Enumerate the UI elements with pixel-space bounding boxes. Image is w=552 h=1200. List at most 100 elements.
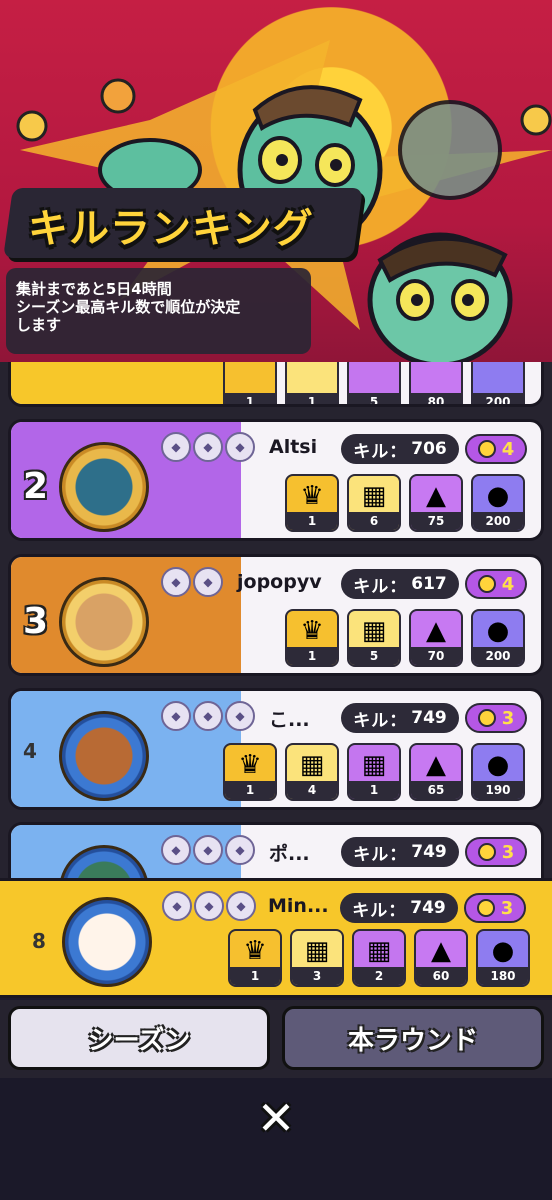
badge-list: ◆ ◆ xyxy=(161,567,223,597)
ranking-row[interactable]: 3 ◆ ◆ jopopyv キル： 617 4 ♛ 1 ▦ 5 ▲ 70 ● 200 xyxy=(8,554,544,676)
reward-list: ♛ 1 ▦ 3 ▦ 2 ▲ 60 ● 180 xyxy=(228,929,530,987)
orb-icon: ● xyxy=(486,616,510,646)
rule-text-line2: します xyxy=(16,316,62,334)
card-icon: ▦ xyxy=(366,936,392,966)
reward-list: 1 1 5 80 200 xyxy=(223,362,525,404)
orb-reward: 200 xyxy=(471,362,525,404)
tab-current-round[interactable]: 本ラウンド xyxy=(282,1006,544,1070)
reward-list: ♛ 1 ▦ 5 ▲ 70 ● 200 xyxy=(285,609,525,667)
player-name: jopopyv xyxy=(237,571,322,593)
level-badge: 4 xyxy=(465,434,527,464)
ticket-icon: ▲ xyxy=(426,616,446,646)
crown-reward: ♛ 1 xyxy=(285,609,339,667)
card-pack-reward: ▦ 6 xyxy=(347,474,401,532)
badge-icon: ◆ xyxy=(225,701,255,731)
ticket-reward: ▲ 70 xyxy=(409,609,463,667)
crown-reward: ♛ 1 xyxy=(285,474,339,532)
badge-icon: ◆ xyxy=(194,891,224,921)
card-icon: ▦ xyxy=(304,936,330,966)
orb-icon: ● xyxy=(486,481,510,511)
card-icon: ▦ xyxy=(361,481,387,511)
ticket-reward: ▲ 65 xyxy=(409,743,463,801)
ranking-list[interactable]: 1 1 5 80 200 2 ◆ ◆ ◆ Altsi キル： 706 4 ♛ 1 ▦… xyxy=(0,362,552,882)
crown-icon: ♛ xyxy=(243,936,267,966)
badge-icon: ◆ xyxy=(193,835,223,865)
card-pack-reward: 1 xyxy=(285,362,339,404)
ranking-row[interactable]: 4 ◆ ◆ ◆ こ... キル： 749 3 ♛ 1 ▦ 4 ▦ 1 ▲ 65 ● 190 xyxy=(8,688,544,810)
rank-number: 3 xyxy=(23,601,49,642)
kill-count: キル： 749 xyxy=(341,837,459,867)
player-name: ポ... xyxy=(269,843,310,865)
avatar[interactable] xyxy=(59,577,149,667)
tab-season[interactable]: シーズン xyxy=(8,1006,270,1070)
level-badge: 4 xyxy=(465,569,527,599)
badge-icon: ◆ xyxy=(226,891,256,921)
kill-count: キル： 749 xyxy=(340,893,458,923)
orb-icon: ● xyxy=(491,936,515,966)
crown-icon: ♛ xyxy=(238,750,262,780)
card-pack-reward: ▦ 5 xyxy=(347,609,401,667)
skull-coin-icon xyxy=(477,575,496,593)
orb-reward: ● 200 xyxy=(471,474,525,532)
rank-number: 4 xyxy=(23,739,37,763)
player-name: こ... xyxy=(269,709,310,731)
level-badge: 3 xyxy=(465,837,527,867)
crown-icon: ♛ xyxy=(300,481,324,511)
card-icon: ▦ xyxy=(299,750,325,780)
skull-coin-icon xyxy=(476,899,495,917)
purple-card-reward: 5 xyxy=(347,362,401,404)
badge-icon: ◆ xyxy=(193,567,223,597)
player-name: Min... xyxy=(268,895,329,917)
ticket-reward: 80 xyxy=(409,362,463,404)
badge-icon: ◆ xyxy=(161,835,191,865)
own-ranking-row[interactable]: 8 ◆ ◆ ◆ Min... キル： 749 3 ♛ 1 ▦ 3 ▦ 2 ▲ 60 ● 18… xyxy=(0,878,552,998)
countdown-text: 集計まであと5日4時間 xyxy=(16,280,172,298)
badge-icon: ◆ xyxy=(193,432,223,462)
crown-icon: ♛ xyxy=(300,616,324,646)
close-icon[interactable]: ✕ xyxy=(248,1090,304,1146)
ranking-row[interactable]: 1 1 5 80 200 xyxy=(8,362,544,407)
kill-count: キル： 706 xyxy=(341,434,459,464)
reward-list: ♛ 1 ▦ 6 ▲ 75 ● 200 xyxy=(285,474,525,532)
kill-count: キル： 749 xyxy=(341,703,459,733)
ranking-row[interactable]: 2 ◆ ◆ ◆ Altsi キル： 706 4 ♛ 1 ▦ 6 ▲ 75 ● 200 xyxy=(8,419,544,541)
ticket-icon: ▲ xyxy=(431,936,451,966)
page-title: キルランキング xyxy=(28,206,314,252)
card-pack-reward: ▦ 3 xyxy=(290,929,344,987)
orb-icon: ● xyxy=(486,750,510,780)
badge-icon: ◆ xyxy=(225,835,255,865)
skull-coin-icon xyxy=(477,709,496,727)
crown-reward: ♛ 1 xyxy=(223,743,277,801)
avatar[interactable] xyxy=(59,442,149,532)
skull-coin-icon xyxy=(477,440,496,458)
level-badge: 3 xyxy=(464,893,526,923)
badge-list: ◆ ◆ ◆ xyxy=(162,891,256,921)
crown-reward: ♛ 1 xyxy=(228,929,282,987)
purple-card-reward: ▦ 2 xyxy=(352,929,406,987)
badge-icon: ◆ xyxy=(193,701,223,731)
badge-icon: ◆ xyxy=(225,432,255,462)
ticket-reward: ▲ 75 xyxy=(409,474,463,532)
purple-card-reward: ▦ 1 xyxy=(347,743,401,801)
rank-number: 8 xyxy=(32,929,46,953)
level-badge: 3 xyxy=(465,703,527,733)
ranking-row[interactable]: ◆ ◆ ◆ ポ... キル： 749 3 xyxy=(8,822,544,882)
badge-icon: ◆ xyxy=(161,567,191,597)
badge-icon: ◆ xyxy=(161,432,191,462)
avatar[interactable] xyxy=(62,897,152,987)
skull-coin-icon xyxy=(477,843,496,861)
ranking-info-box: 集計まであと5日4時間 シーズン最高キル数で順位が決定 します xyxy=(6,268,311,354)
orb-reward: ● 180 xyxy=(476,929,530,987)
reward-list: ♛ 1 ▦ 4 ▦ 1 ▲ 65 ● 190 xyxy=(223,743,525,801)
orb-reward: ● 190 xyxy=(471,743,525,801)
badge-icon: ◆ xyxy=(162,891,192,921)
player-name: Altsi xyxy=(269,436,318,458)
ranking-tab-bar: シーズン 本ラウンド xyxy=(0,1000,552,1078)
ticket-reward: ▲ 60 xyxy=(414,929,468,987)
rule-text-line1: シーズン最高キル数で順位が決定 xyxy=(16,298,241,316)
kill-count: キル： 617 xyxy=(341,569,459,599)
ticket-icon: ▲ xyxy=(426,481,446,511)
rank-number: 2 xyxy=(23,466,49,507)
badge-list: ◆ ◆ ◆ xyxy=(161,432,255,462)
avatar[interactable] xyxy=(59,711,149,801)
